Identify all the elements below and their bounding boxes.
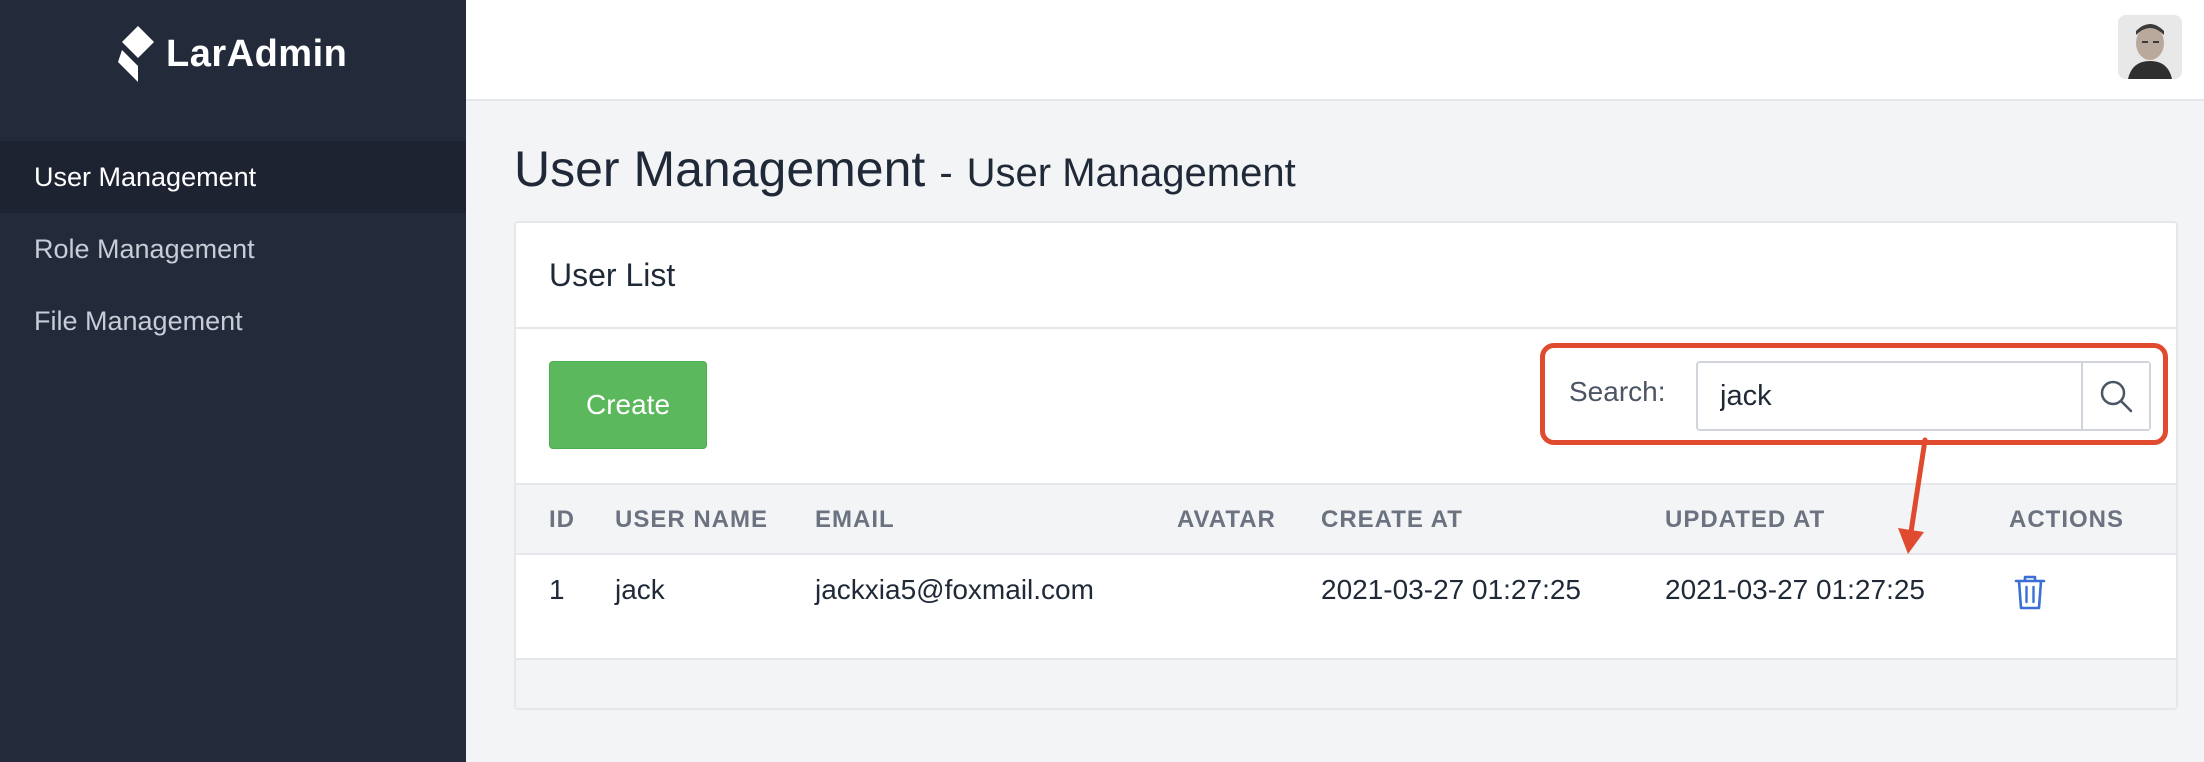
user-list-card: User List Create Search: ID USER NAME EM… [514,221,2178,710]
sidebar-item-role-management[interactable]: Role Management [0,213,466,285]
app-logo[interactable]: LarAdmin [116,24,347,84]
cell-email: jackxia5@foxmail.com [815,574,1094,605]
column-header-created-at[interactable]: CREATE AT [1321,485,1463,555]
page-title-main: User Management [514,141,926,197]
create-button[interactable]: Create [549,361,707,449]
logo-text: LarAdmin [166,32,348,75]
column-header-username[interactable]: USER NAME [615,485,768,555]
search-label: Search: [1569,376,1666,407]
search-button[interactable] [2081,363,2149,429]
cell-id: 1 [549,574,565,605]
cell-username: jack [615,574,665,605]
column-header-updated-at[interactable]: UPDATED AT [1665,485,1825,555]
search-group [1696,361,2151,431]
card-header: User List [516,223,2176,329]
user-avatar[interactable] [2118,15,2182,79]
card-footer [516,658,2176,708]
top-bar [466,0,2204,101]
column-header-avatar[interactable]: AVATAR [1177,485,1276,555]
page-title: User Management - User Management [514,140,1296,204]
laradmin-logo-icon [118,26,154,82]
page-subtitle: User Management [966,151,1296,195]
search-highlight-box: Search: [1540,343,2168,445]
sidebar: LarAdmin User Management Role Management… [0,0,466,762]
sidebar-nav: User Management Role Management File Man… [0,141,466,357]
sidebar-item-user-management[interactable]: User Management [0,141,466,213]
page-title-separator: - [939,151,953,195]
column-header-id[interactable]: ID [549,485,575,555]
sidebar-item-file-management[interactable]: File Management [0,285,466,357]
table-row: 1 jack jackxia5@foxmail.com 2021-03-27 0… [516,555,2176,660]
table-header: ID USER NAME EMAIL AVATAR CREATE AT UPDA… [516,483,2176,555]
cell-updated-at: 2021-03-27 01:27:25 [1665,574,1925,605]
trash-icon[interactable] [2013,573,2047,611]
column-header-actions: ACTIONS [2009,506,2124,533]
cell-created-at: 2021-03-27 01:27:25 [1321,574,1581,605]
column-header-email[interactable]: EMAIL [815,485,895,555]
card-title: User List [549,257,676,293]
avatar-image [2118,15,2182,79]
search-input[interactable] [1698,363,2081,429]
search-icon [2100,380,2133,413]
